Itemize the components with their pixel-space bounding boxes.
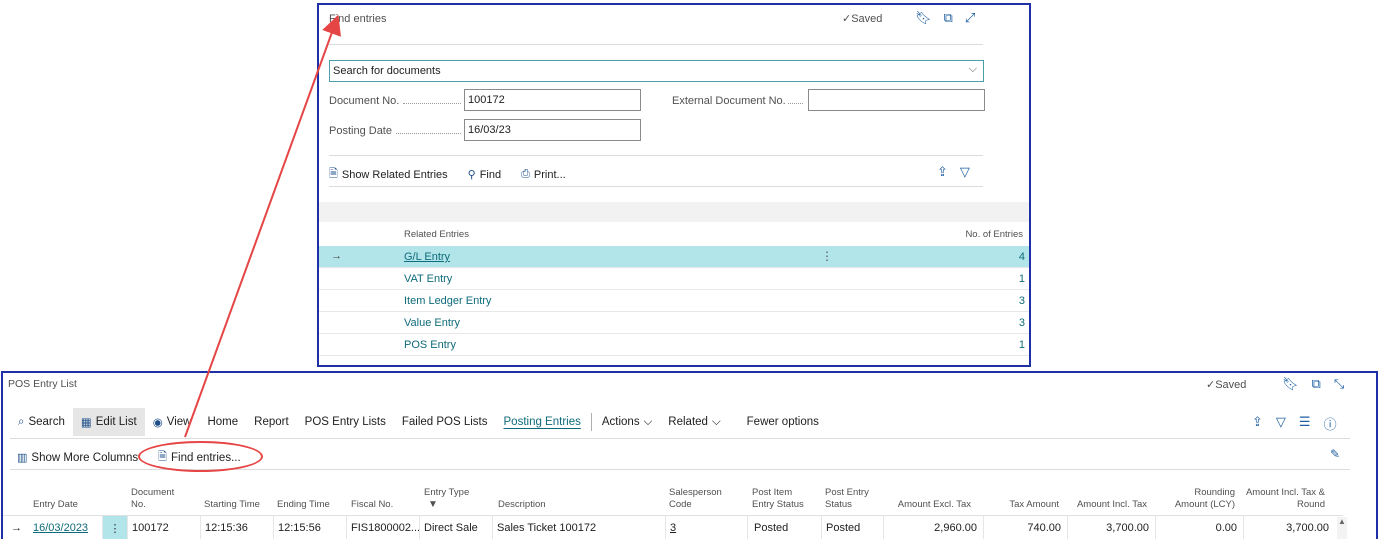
annotation-arrow xyxy=(184,14,341,438)
